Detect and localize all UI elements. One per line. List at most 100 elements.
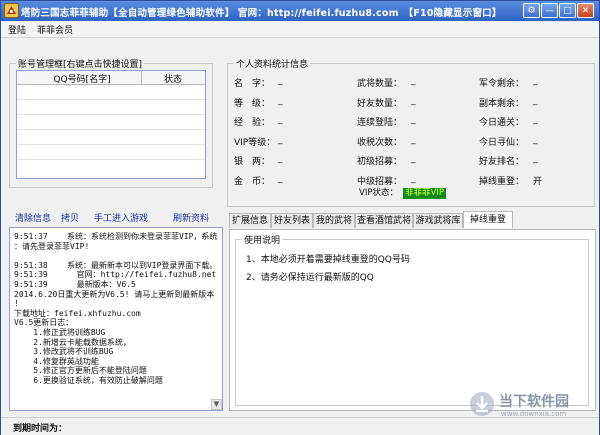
watermark: 当下软件园 www.downxia.com <box>469 389 597 423</box>
reconnect-panel: 使用说明 1、本地必须开着需要掉线重登的QQ号码 2、请务必保持运行最新版的QQ <box>229 229 596 411</box>
stat-value: _ <box>411 154 416 164</box>
tab-reconnect[interactable]: 掉线重登 <box>463 211 513 228</box>
account-table[interactable]: QQ号码[名字] 状态 <box>16 70 206 179</box>
log-line: 2.新增云卡能载数据系统， <box>14 337 131 347</box>
table-row <box>17 129 205 130</box>
log-line: ! <box>14 299 19 309</box>
help-group: 使用说明 1、本地必须开着需要掉线重登的QQ号码 2、请务必保持运行最新版的QQ <box>235 233 589 406</box>
stat-value: _ <box>411 134 416 145</box>
account-table-header: QQ号码[名字] 状态 <box>17 71 205 85</box>
log-line: 9:51:39 最新版本：V6.5 <box>14 280 136 289</box>
copy-link[interactable]: 拷贝 <box>61 211 79 224</box>
stat-label: 今日寻仙： <box>479 137 525 148</box>
stat-value: _ <box>411 115 416 125</box>
stat-value: _ <box>278 154 283 164</box>
minimize-icon: — <box>545 6 554 16</box>
log-line: 下载地址：feifei.xhfuzhu.com <box>14 308 141 318</box>
tab-general-library[interactable]: 游戏武将库 <box>413 213 463 228</box>
gear-icon: ⚙ <box>527 6 536 16</box>
tab-my-generals[interactable]: 我的武将 <box>313 213 355 228</box>
help-line-1: 1、本地必须开着需要掉线重登的QQ号码 <box>246 255 410 265</box>
log-line: ：请先登录菲菲VIP! <box>14 241 90 251</box>
log-line: 9:51:37 系统：系统检测到你未登录菲菲VIP，系统 <box>14 232 218 241</box>
column-divider <box>141 71 142 84</box>
menu-bar: 登陆 菲菲会员 <box>1 21 599 38</box>
log-line: 4.修复群英战功能 <box>14 356 99 366</box>
vip-status-value: 非菲菲VIP <box>403 188 446 199</box>
clear-log-link[interactable]: 清除信息 <box>15 211 51 224</box>
stat-value: 开 <box>533 176 543 187</box>
stat-value: _ <box>533 115 538 125</box>
log-line: 9:51:38 系统：最新新本可以到VIP登录界面下载。 <box>14 260 218 270</box>
stat-value: _ <box>278 115 283 125</box>
tab-friend-list[interactable]: 好友列表 <box>271 213 313 228</box>
table-row <box>17 159 205 160</box>
log-line: 2014.6.20日重大更新为V6.5! 请马上更新到最新版本 <box>14 289 215 299</box>
stat-label: 连续登陆： <box>357 118 403 128</box>
stat-value: _ <box>533 95 538 106</box>
vip-status-label: VIP状态： <box>359 188 398 198</box>
account-group-title: 账号管理框[右键点击快捷设置] <box>16 57 145 70</box>
stat-value: _ <box>278 95 283 106</box>
stat-label: 经 验： <box>234 118 271 128</box>
stat-label: 中级招募： <box>357 176 403 187</box>
stat-label: 军令剩余： <box>479 79 525 89</box>
close-button[interactable]: ✕ <box>577 3 594 18</box>
account-group: 账号管理框[右键点击快捷设置] QQ号码[名字] 状态 <box>9 57 213 188</box>
stat-value: _ <box>278 173 283 184</box>
help-title: 使用说明 <box>242 233 283 246</box>
manual-enter-game-link[interactable]: 手工进入游戏 <box>94 211 148 224</box>
stat-label: 今日通关： <box>479 118 525 128</box>
table-row <box>17 99 205 100</box>
stat-value: _ <box>533 154 538 164</box>
stat-value: _ <box>533 76 538 86</box>
app-window: 塔防三国志菲菲辅助【全自动管理绿色辅助软件】 官网：http://feifei.… <box>0 0 600 435</box>
stat-label: VIP等级： <box>234 137 276 148</box>
col-qq[interactable]: QQ号码[名字] <box>27 72 137 85</box>
close-icon: ✕ <box>581 6 590 16</box>
watermark-url: www.downxia.com <box>501 410 567 418</box>
stat-value: _ <box>278 134 283 145</box>
log-panel[interactable]: 9:51:37 系统：系统检测到你未登录菲菲VIP，系统 ：请先登录菲菲VIP! 9… <box>9 227 223 411</box>
settings-button[interactable]: ⚙ <box>523 3 540 18</box>
stat-label: 等 级： <box>234 98 271 109</box>
maximize-button[interactable]: □ <box>559 3 576 18</box>
stat-value: _ <box>533 134 538 145</box>
menu-vip[interactable]: 菲菲会员 <box>37 23 73 36</box>
menu-login[interactable]: 登陆 <box>8 23 26 36</box>
log-line: 6.更换验证系统，有效防止破解问题 <box>14 376 163 385</box>
download-icon <box>470 392 494 416</box>
stat-label: 初级招募： <box>357 157 403 167</box>
watermark-text: 当下软件园 <box>499 394 569 410</box>
help-line-2: 2、请务必保持运行最新版的QQ <box>246 273 374 283</box>
stat-label: 收税次数： <box>357 137 403 148</box>
stat-label: 名 字： <box>234 79 271 89</box>
profile-group-title: 个人资料统计信息 <box>234 57 311 70</box>
log-line: 1.修正武将训练BUG <box>14 328 106 337</box>
stat-value: _ <box>411 173 416 184</box>
table-row <box>17 114 205 115</box>
tab-extended-info[interactable]: 扩展信息 <box>229 213 271 228</box>
stat-value: _ <box>411 95 416 106</box>
log-line: 5.修正官方更新后不能登陆问题 <box>14 366 147 376</box>
stat-label: 好友数量： <box>357 98 403 109</box>
log-line: V6.5更新日志： <box>14 318 74 328</box>
stat-label: 武将数量： <box>357 79 403 89</box>
scroll-down-button[interactable]: ▼ <box>211 399 222 410</box>
minimize-button[interactable]: — <box>541 3 558 18</box>
app-logo-icon <box>4 3 19 18</box>
stat-label: 副本剩余： <box>479 98 525 109</box>
stat-label: 好友排名： <box>479 157 525 167</box>
stat-label: 银 两： <box>234 157 271 167</box>
col-status[interactable]: 状态 <box>143 72 203 85</box>
stat-label: 金 币： <box>234 176 271 187</box>
maximize-icon: □ <box>563 6 572 16</box>
log-line: 3.修改武将不训练BUG <box>14 347 114 357</box>
refresh-profile-link[interactable]: 刷新资料 <box>173 211 209 224</box>
stat-label: 掉线重登： <box>479 176 525 187</box>
expiry-label: 到期时间为： <box>13 424 68 434</box>
log-line: 9:51:39 官网：http://feifei.fuzhu8.net <box>14 270 217 280</box>
table-row <box>17 144 205 145</box>
tab-tavern-generals[interactable]: 查看酒馆武将 <box>355 213 413 228</box>
title-bar[interactable]: 塔防三国志菲菲辅助【全自动管理绿色辅助软件】 官网：http://feifei.… <box>1 1 599 21</box>
